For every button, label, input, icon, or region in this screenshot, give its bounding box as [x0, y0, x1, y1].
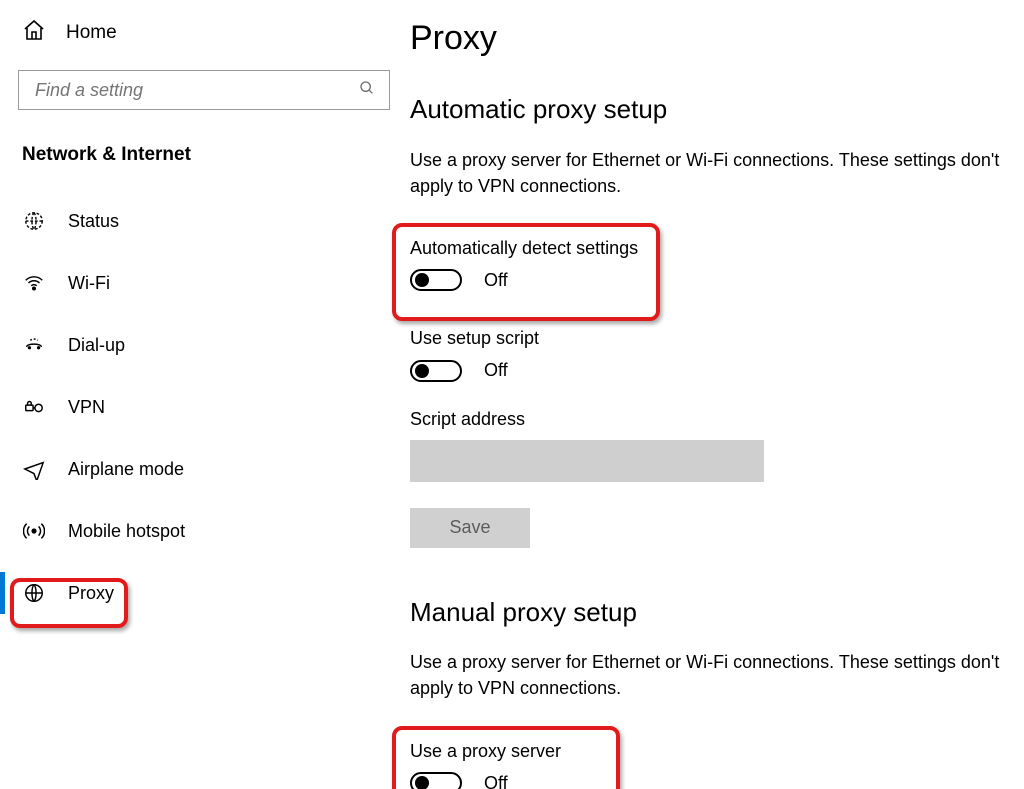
use-script-toggle[interactable] [410, 360, 462, 382]
use-proxy-label: Use a proxy server [410, 738, 602, 764]
content-pane: Proxy Automatic proxy setup Use a proxy … [410, 0, 1024, 789]
use-proxy-group: Use a proxy server Off [396, 728, 616, 789]
use-script-state: Off [484, 357, 508, 383]
category-heading: Network & Internet [0, 110, 410, 180]
sidebar-item-label: Dial-up [68, 335, 125, 356]
auto-detect-state: Off [484, 267, 508, 293]
home-icon [22, 18, 46, 48]
search-icon [359, 80, 375, 101]
auto-proxy-heading: Automatic proxy setup [410, 91, 1014, 129]
airplane-icon [22, 458, 46, 480]
auto-detect-group: Automatically detect settings Off [396, 225, 656, 325]
use-script-label: Use setup script [410, 325, 1014, 351]
manual-proxy-heading: Manual proxy setup [410, 594, 1014, 632]
sidebar-item-proxy[interactable]: Proxy [0, 562, 410, 624]
sidebar: Home Network & Internet Status [0, 0, 410, 789]
manual-proxy-description: Use a proxy server for Ethernet or Wi-Fi… [410, 649, 1014, 701]
sidebar-item-hotspot[interactable]: Mobile hotspot [0, 500, 410, 562]
sidebar-item-label: Proxy [68, 583, 114, 604]
home-nav[interactable]: Home [0, 14, 410, 64]
auto-proxy-description: Use a proxy server for Ethernet or Wi-Fi… [410, 147, 1014, 199]
globe-icon [22, 582, 46, 604]
dialup-icon [22, 334, 46, 356]
sidebar-item-label: Wi-Fi [68, 273, 110, 294]
sidebar-item-label: Airplane mode [68, 459, 184, 480]
home-label: Home [66, 22, 117, 44]
sidebar-item-label: Status [68, 211, 119, 232]
use-proxy-toggle[interactable] [410, 772, 462, 789]
script-address-label: Script address [410, 406, 1014, 432]
sidebar-item-label: Mobile hotspot [68, 521, 185, 542]
globe-dashed-icon [22, 210, 46, 232]
auto-detect-toggle[interactable] [410, 269, 462, 291]
search-input[interactable] [33, 79, 359, 102]
sidebar-item-status[interactable]: Status [0, 190, 410, 252]
auto-detect-label: Automatically detect settings [410, 235, 642, 261]
sidebar-item-dialup[interactable]: Dial-up [0, 314, 410, 376]
selection-accent [0, 572, 5, 614]
search-box[interactable] [18, 70, 390, 110]
script-address-input[interactable] [410, 440, 764, 482]
wifi-icon [22, 272, 46, 294]
sidebar-item-label: VPN [68, 397, 105, 418]
page-title: Proxy [410, 14, 1014, 63]
sidebar-item-vpn[interactable]: VPN [0, 376, 410, 438]
vpn-icon [22, 396, 46, 418]
save-button[interactable]: Save [410, 508, 530, 548]
sidebar-item-wifi[interactable]: Wi-Fi [0, 252, 410, 314]
nav-list: Status Wi-Fi Dial-up [0, 190, 410, 624]
hotspot-icon [22, 520, 46, 542]
use-proxy-state: Off [484, 770, 508, 789]
sidebar-item-airplane[interactable]: Airplane mode [0, 438, 410, 500]
